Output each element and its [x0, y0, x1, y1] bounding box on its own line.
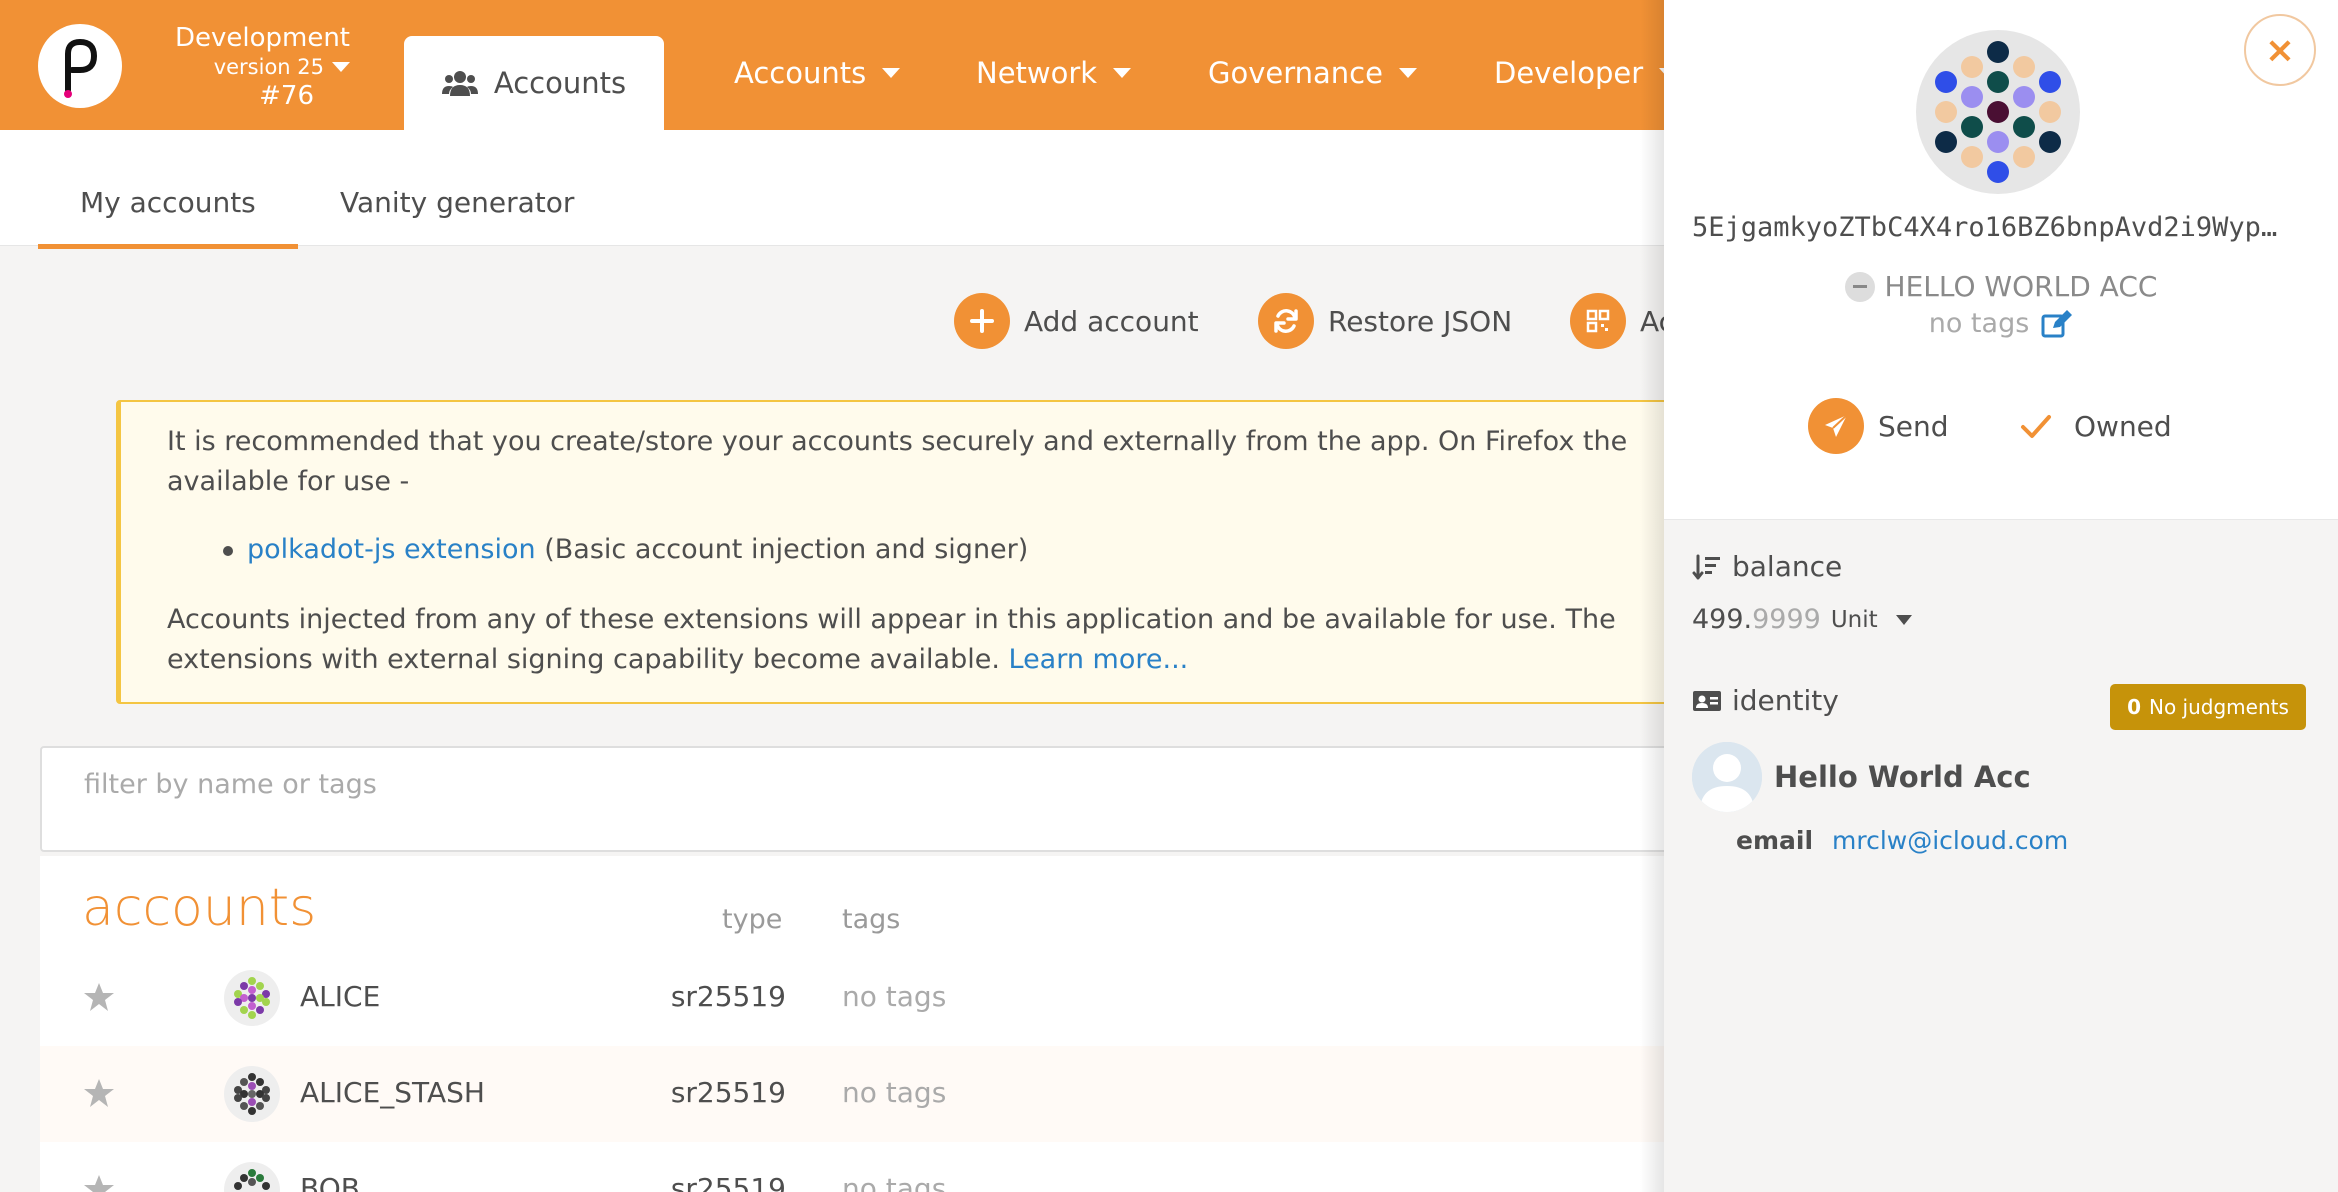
paper-plane-icon [1808, 398, 1864, 454]
chevron-down-icon [332, 62, 350, 72]
warning-text-line2: available for use - [167, 466, 410, 497]
plus-icon [954, 293, 1010, 349]
account-tags: no tags [842, 1076, 947, 1109]
column-header-tags: tags [842, 904, 901, 935]
learn-more-link[interactable]: Learn more... [1009, 644, 1189, 675]
chevron-down-icon [1895, 614, 1912, 625]
column-header-type: type [722, 904, 783, 935]
identity-display-name: Hello World Acc [1774, 760, 2031, 794]
tags-row: no tags [1664, 308, 2338, 339]
account-type: sr25519 [670, 1076, 786, 1109]
account-tags: no tags [842, 1172, 947, 1192]
chain-name: Development [174, 23, 350, 53]
active-tab-indicator [38, 244, 298, 249]
tab-accounts-active[interactable]: Accounts [404, 36, 664, 130]
extension-list-item: polkadot-js extension (Basic account inj… [247, 530, 1847, 570]
email-label: email [1736, 826, 1814, 855]
tab-vanity-generator[interactable]: Vanity generator [340, 186, 574, 219]
minus-circle-icon [1844, 271, 1875, 302]
judgments-badge: 0 No judgments [2110, 684, 2306, 730]
polkadot-js-extension-link[interactable]: polkadot-js extension [247, 534, 536, 565]
account-address[interactable]: 5EjgamkyoZTbC4X4ro16BZ6bnpAvd2i9Wyp… [1692, 212, 2312, 243]
chevron-down-icon [1113, 68, 1132, 78]
menu-governance[interactable]: Governance [1208, 56, 1417, 90]
extension-warning-box: It is recommended that you create/store … [116, 400, 1676, 704]
filter-box [40, 746, 1740, 852]
sidebar-header: × 5EjgamkyoZTbC4X4ro16BZ6bnpAvd2i9Wyp… H… [1664, 0, 2338, 520]
warning-text-line3: Accounts injected from any of these exte… [167, 604, 1616, 635]
chevron-down-icon [1398, 68, 1417, 78]
check-icon [2021, 414, 2051, 438]
email-link[interactable]: mrclw@icloud.com [1832, 826, 2068, 855]
polkadot-logo[interactable] [38, 24, 122, 108]
account-type: sr25519 [670, 1172, 786, 1192]
account-details-sidebar: × 5EjgamkyoZTbC4X4ro16BZ6bnpAvd2i9Wyp… H… [1664, 0, 2338, 1192]
table-row[interactable]: BOB sr25519 no tags [40, 1142, 1740, 1192]
account-type: sr25519 [670, 980, 786, 1013]
filter-input[interactable] [84, 764, 1584, 804]
tab-my-accounts[interactable]: My accounts [80, 186, 256, 219]
chain-selector[interactable]: Development version 25 #76 [140, 22, 350, 112]
best-block-number: #76 [259, 81, 314, 111]
send-button[interactable]: Send [1808, 398, 1949, 454]
warning-text-line4: extensions with external signing capabil… [167, 644, 1189, 675]
tab-accounts-label: Accounts [493, 66, 627, 100]
qrcode-icon [1570, 293, 1626, 349]
menu-accounts[interactable]: Accounts [734, 56, 901, 90]
chain-version: version 25 [140, 54, 350, 80]
warning-text-line1: It is recommended that you create/store … [167, 426, 1628, 457]
balance-section-label: balance [1692, 550, 1842, 583]
balance-value[interactable]: 499. 9999 Unit [1692, 604, 1912, 635]
id-card-icon [1693, 690, 1721, 711]
account-identicon-large[interactable] [1916, 30, 2080, 194]
menu-network[interactable]: Network [976, 56, 1132, 90]
table-row[interactable]: ALICE sr25519 no tags [40, 950, 1740, 1046]
add-account-button[interactable]: Add account [954, 292, 1199, 350]
sort-amount-icon [1692, 554, 1720, 579]
panel-shadow [1640, 0, 1664, 1192]
list-bullet [223, 546, 233, 556]
tags-text: no tags [1928, 308, 2030, 339]
account-name: HELLO WORLD ACC [1884, 270, 2158, 303]
chevron-down-icon [882, 68, 901, 78]
identity-avatar [1692, 742, 1762, 812]
table-title: accounts [82, 878, 317, 938]
balance-unit: Unit [1830, 606, 1878, 633]
table-row[interactable]: ALICE_STASH sr25519 no tags [40, 1046, 1740, 1142]
owned-indicator: Owned [2020, 410, 2172, 443]
close-button[interactable]: × [2244, 14, 2316, 86]
users-icon [441, 71, 478, 96]
accounts-table: accounts type tags ALICE sr25519 no tags [40, 856, 1740, 1192]
extension-description: (Basic account injection and signer) [544, 534, 1029, 565]
restore-json-button[interactable]: Restore JSON [1258, 292, 1512, 350]
account-name-row[interactable]: HELLO WORLD ACC [1664, 270, 2338, 303]
identity-section-label: identity [1692, 684, 1839, 717]
sync-icon [1258, 293, 1314, 349]
edit-icon[interactable] [2041, 309, 2073, 339]
account-tags: no tags [842, 980, 947, 1013]
close-icon: × [2264, 29, 2296, 71]
